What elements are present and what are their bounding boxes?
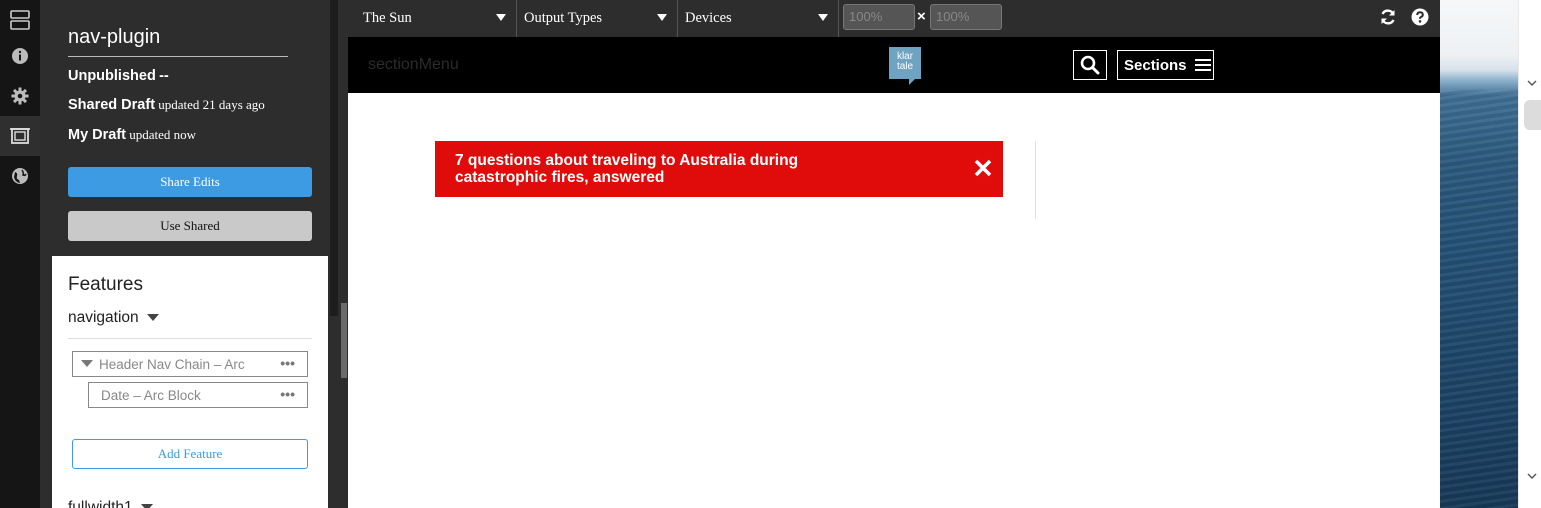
my-draft-status: My Draft updated now [68, 127, 196, 143]
caret-down-icon [657, 14, 667, 21]
width-input[interactable]: 100% [843, 4, 915, 30]
more-options-icon[interactable]: ••• [280, 352, 295, 374]
preview-toolbar: The Sun Output Types Devices 100% × 100% [348, 0, 1440, 37]
section-menu-placeholder: sectionMenu [368, 56, 459, 73]
caret-down-icon [818, 14, 828, 21]
gear-icon[interactable] [0, 76, 40, 116]
site-header: sectionMenu klar tale Sections [348, 37, 1440, 93]
dimension-times: × [917, 8, 926, 25]
icon-rail [0, 0, 40, 508]
add-feature-button[interactable]: Add Feature [72, 439, 308, 469]
alert-banner[interactable]: 7 questions about traveling to Australia… [435, 141, 1003, 197]
caret-down-icon [146, 314, 159, 321]
close-icon[interactable] [973, 158, 993, 178]
devices-dropdown[interactable]: Devices [678, 0, 839, 37]
alert-banner-text[interactable]: 7 questions about traveling to Australia… [455, 152, 875, 186]
site-dropdown-value: The Sun [363, 10, 412, 26]
caret-down-icon [140, 504, 153, 508]
logo-tail [909, 79, 915, 85]
share-edits-button[interactable]: Share Edits [68, 167, 312, 197]
gutter-scroll-thumb[interactable] [341, 303, 347, 378]
features-heading: Features [68, 274, 143, 295]
page-builder-icon[interactable] [0, 116, 40, 156]
title-divider [68, 56, 288, 57]
desktop-wallpaper [1440, 0, 1518, 508]
page-title: nav-plugin [68, 26, 161, 48]
site-dropdown[interactable]: The Sun [348, 0, 517, 37]
features-panel: Features navigation Header Nav Chain – A… [52, 256, 328, 508]
output-types-label: Output Types [524, 10, 603, 26]
feature-item-label: Date – Arc Block [101, 387, 201, 403]
more-options-icon[interactable]: ••• [280, 383, 295, 405]
site-logo[interactable]: klar tale [889, 47, 921, 79]
refresh-icon[interactable] [1378, 7, 1398, 27]
feature-item[interactable]: Header Nav Chain – Arc Block ••• [72, 351, 308, 377]
shared-draft-value: updated 21 days ago [158, 97, 265, 112]
sections-button[interactable]: Sections [1117, 50, 1214, 80]
panel-scroll-thumb[interactable] [330, 0, 338, 316]
chain-select[interactable]: fullwidth1 [68, 499, 153, 508]
chevron-down-icon[interactable] [1527, 471, 1537, 481]
unpublished-value: -- [159, 68, 169, 84]
feature-item[interactable]: Date – Arc Block ••• [88, 382, 308, 408]
logo-line: tale [896, 61, 914, 72]
caret-down-icon[interactable] [81, 360, 93, 368]
window-scroll-thumb[interactable] [1524, 100, 1541, 130]
column-divider [1035, 141, 1036, 219]
layout-icon[interactable] [0, 0, 40, 40]
preview-gutter [340, 0, 348, 508]
features-divider [68, 338, 312, 339]
chain-select-value: fullwidth1 [68, 499, 133, 508]
chain-select-value: navigation [68, 309, 139, 326]
shared-draft-status: Shared Draft updated 21 days ago [68, 97, 265, 113]
output-types-dropdown[interactable]: Output Types [517, 0, 678, 37]
unpublished-label: Unpublished [68, 68, 156, 84]
feature-item-label: Header Nav Chain – Arc Block [99, 356, 245, 372]
help-icon[interactable] [1410, 7, 1430, 27]
hamburger-icon [1194, 59, 1211, 71]
globe-icon[interactable] [0, 156, 40, 196]
my-draft-label: My Draft [68, 127, 127, 143]
search-icon [1080, 55, 1100, 75]
shared-draft-label: Shared Draft [68, 97, 156, 113]
window-scrollbar[interactable] [1518, 0, 1541, 508]
sections-label: Sections [1124, 56, 1187, 74]
height-input[interactable]: 100% [930, 4, 1002, 30]
devices-label: Devices [685, 10, 732, 26]
search-button[interactable] [1073, 50, 1107, 80]
unpublished-status: Unpublished -- [68, 68, 169, 84]
caret-down-icon [496, 14, 506, 21]
chevron-down-icon[interactable] [1527, 78, 1537, 88]
my-draft-value: updated now [129, 127, 197, 142]
chain-select[interactable]: navigation [68, 309, 159, 327]
info-icon[interactable] [0, 36, 40, 76]
use-shared-button[interactable]: Use Shared [68, 211, 312, 241]
